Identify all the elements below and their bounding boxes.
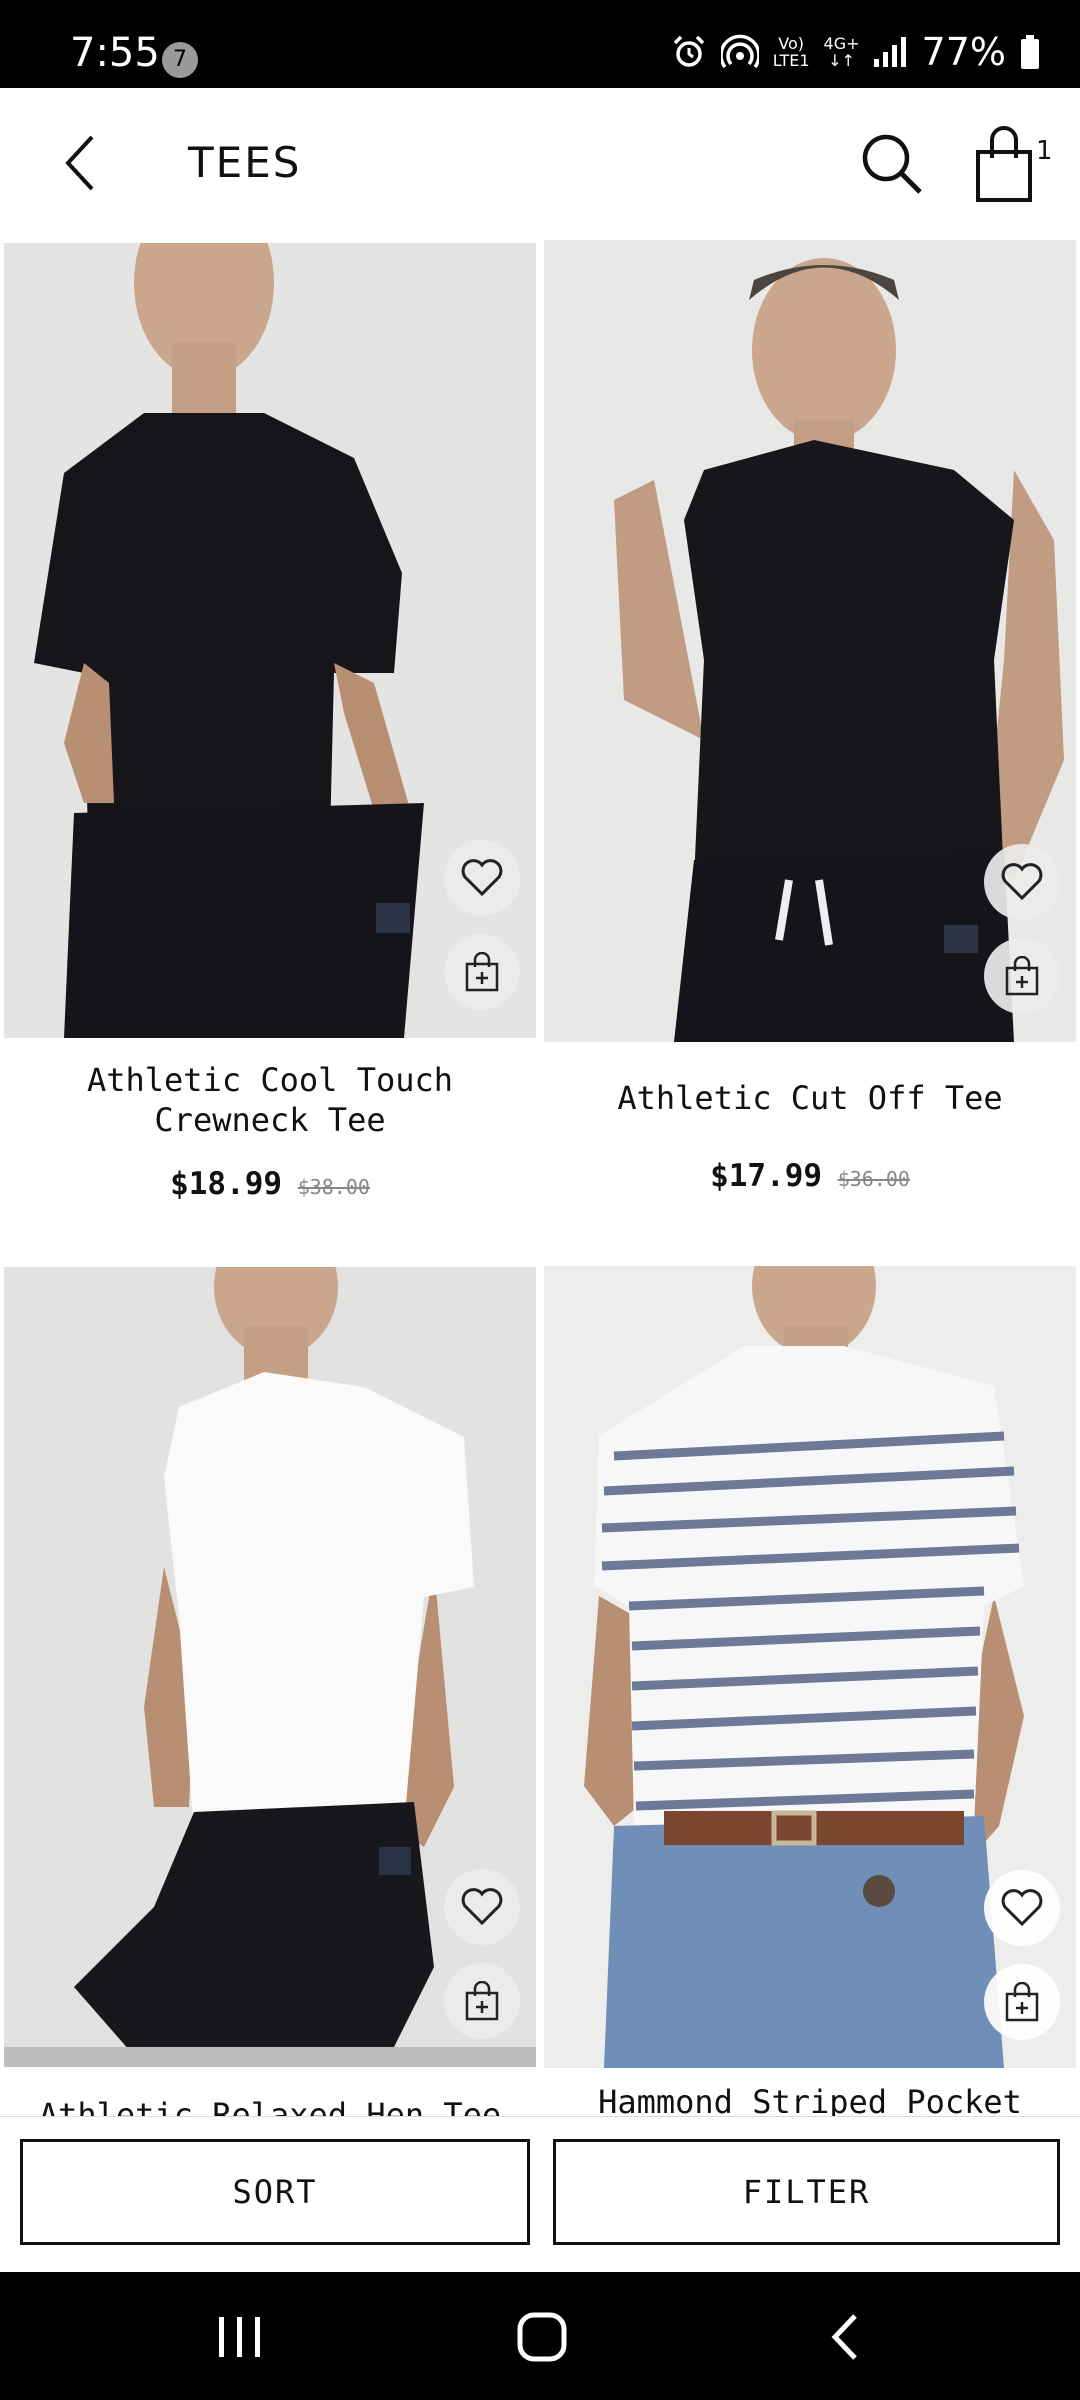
heart-icon [461,859,503,897]
bag-plus-icon [1005,1982,1039,2022]
sort-filter-bar: SORT FILTER [0,2116,1080,2272]
back-button[interactable] [50,128,110,198]
status-bar: 7:55 7 Vo) LTE1 4G+ ↓↑ 77% [0,0,1080,88]
wishlist-button[interactable] [444,840,520,916]
cart-count-badge: 1 [1036,136,1053,166]
search-icon [862,134,922,194]
volte-indicator: Vo) LTE1 [773,35,810,69]
product-photo [4,1267,536,2067]
sort-button[interactable]: SORT [20,2139,530,2245]
product-card[interactable]: Athletic Relaxed Hen Tee [4,1267,536,2135]
add-to-bag-button[interactable] [984,1964,1060,2040]
product-card[interactable]: Athletic Cut Off Tee $17.99 $36.00 [544,240,1076,1194]
system-nav-bar [0,2272,1080,2400]
shirt-shape [594,1346,1024,1826]
sale-price: $17.99 [710,1158,823,1194]
product-name[interactable]: Athletic Cool Touch Crewneck Tee [4,1060,536,1140]
product-card[interactable]: Hammond Striped Pocket [544,1266,1076,2122]
battery-percent: 77% [921,30,1006,74]
add-to-bag-button[interactable] [984,938,1060,1014]
product-name[interactable]: Athletic Cut Off Tee [544,1078,1076,1118]
signal-icon [873,37,906,67]
lte-label: LTE1 [772,51,810,70]
bag-plus-icon [465,952,499,992]
page-title: TEES [188,138,302,187]
heart-icon [1001,863,1043,901]
wishlist-button[interactable] [984,844,1060,920]
heart-icon [461,1888,503,1926]
data-type-label: 4G+ [823,34,860,53]
original-price: $38.00 [297,1175,370,1199]
status-time: 7:55 [70,30,160,76]
status-icons: Vo) LTE1 4G+ ↓↑ 77% [671,30,1040,74]
product-card[interactable]: Athletic Cool Touch Crewneck Tee $18.99 … [4,243,536,1202]
back-nav-button[interactable] [795,2302,895,2372]
chevron-left-icon [831,2314,857,2360]
product-image[interactable] [544,240,1076,1042]
product-image[interactable] [544,1266,1076,2068]
data-indicator: 4G+ ↓↑ [824,35,860,69]
sale-price: $18.99 [170,1166,283,1202]
product-image[interactable] [4,1267,536,2067]
chevron-left-icon [65,135,94,191]
wishlist-button[interactable] [444,1869,520,1945]
data-arrows-icon: ↓↑ [828,51,855,70]
add-to-bag-button[interactable] [444,934,520,1010]
product-photo [544,1266,1076,2068]
product-image[interactable] [4,243,536,1038]
search-button[interactable] [858,130,928,200]
price-row: $17.99 $36.00 [544,1158,1076,1194]
alarm-icon [673,35,705,67]
home-icon [517,2312,567,2362]
bag-plus-icon [1005,956,1039,996]
pants-shape [64,803,424,1038]
home-button[interactable] [492,2302,592,2372]
price-row: $18.99 $38.00 [4,1166,536,1202]
wishlist-button[interactable] [984,1870,1060,1946]
recent-apps-button[interactable] [190,2302,290,2372]
hotspot-icon [720,34,759,69]
battery-icon [1021,35,1039,69]
app-header: TEES 1 [0,88,1080,238]
product-photo [4,243,536,1038]
shirt-shape [684,440,1014,880]
recent-apps-icon [219,2317,260,2357]
original-price: $36.00 [837,1167,910,1191]
filter-button[interactable]: FILTER [553,2139,1060,2245]
product-photo [544,240,1076,1042]
notification-count-badge: 7 [162,42,198,78]
bag-plus-icon [465,1981,499,2021]
add-to-bag-button[interactable] [444,1963,520,2039]
volte-label: Vo) [778,34,805,53]
pants-shape [604,1816,1004,2068]
heart-icon [1001,1889,1043,1927]
